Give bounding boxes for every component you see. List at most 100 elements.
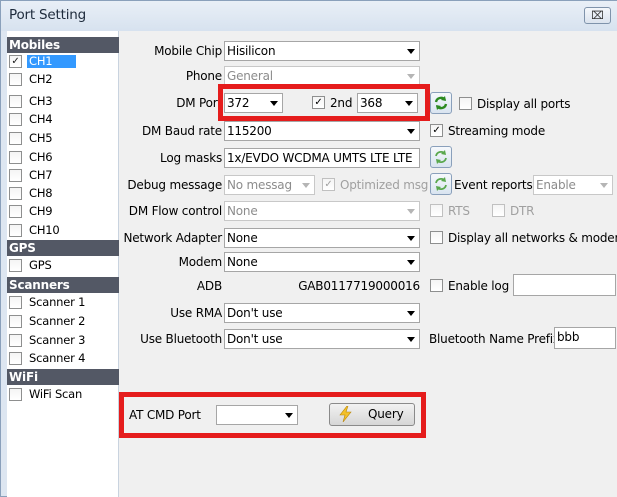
checkbox-box: ✓ [430,124,443,137]
dm-flow-control-value: None [227,204,258,218]
network-adapter-label: Network Adapter [123,231,222,245]
modem-select[interactable]: None [224,252,420,272]
ch3-checkbox[interactable] [9,95,22,108]
gps-checkbox[interactable] [9,259,22,272]
tree-item-scanner-2[interactable]: Scanner 2 [7,315,119,328]
debug-message-value: No messag [227,178,292,192]
optimized-msg-label: Optimized msg [340,178,429,192]
chevron-down-icon [402,304,419,322]
modem-value: None [227,255,258,269]
tree-item-scanner-4[interactable]: Scanner 4 [7,352,119,365]
ch6-checkbox[interactable] [9,151,22,164]
enable-log-label: Enable log [448,279,509,293]
ch2-checkbox[interactable] [9,73,22,86]
refresh-ports-button[interactable] [430,92,452,114]
checkbox-box [492,204,505,217]
modem-label: Modem [178,255,223,269]
network-adapter-select[interactable]: None [224,228,420,248]
event-reports-label: Event reports [454,178,533,192]
chevron-down-icon [595,176,612,194]
highlight-at-cmd-port [119,392,426,438]
tree-item-label: CH8 [29,186,53,200]
tree-item-ch7[interactable]: CH7 [7,169,119,182]
checkbox-box [459,97,472,110]
tree-item-ch8[interactable]: CH8 [7,187,119,200]
bluetooth-name-prefix-field[interactable]: bbb [554,327,616,349]
port-tree: Mobiles ✓ CH1 CH2 CH3 CH4 CH5 CH6 CH7 CH… [7,31,119,497]
tree-item-ch9[interactable]: CH9 [7,205,119,218]
chevron-down-icon [297,176,314,194]
ch8-checkbox[interactable] [9,187,22,200]
window-title: Port Setting [9,7,86,23]
refresh-icon [435,150,447,164]
tree-item-ch1[interactable]: ✓ CH1 [7,55,119,68]
checkbox-box [430,279,443,292]
scanner-1-checkbox[interactable] [9,296,22,309]
tree-item-label: CH1 [27,55,77,68]
chevron-down-icon [402,253,419,271]
scanner-3-checkbox[interactable] [9,334,22,347]
event-reports-select[interactable]: Enable [533,175,613,195]
edit-event-reports-button[interactable] [430,173,452,195]
use-bluetooth-value: Don't use [227,332,283,346]
tree-item-label: GPS [29,258,52,272]
tree-item-ch3[interactable]: CH3 [7,95,119,108]
use-rma-select[interactable]: Don't use [224,303,420,323]
adb-serial: GAB0117719000016 [298,279,420,293]
close-button[interactable]: ⌧ [584,7,611,24]
tree-item-ch5[interactable]: CH5 [7,132,119,145]
dm-baud-rate-select[interactable]: 115200 [224,121,420,141]
port-setting-window: Port Setting ⌧ Mobiles ✓ CH1 CH2 CH3 CH4… [0,0,617,497]
checkbox-box [430,204,443,217]
ch1-checkbox[interactable]: ✓ [9,55,22,68]
checkbox-box: ✓ [322,178,335,191]
use-bluetooth-select[interactable]: Don't use [224,329,420,349]
dtr-label: DTR [510,204,535,218]
mobile-chip-value: Hisilicon [227,44,276,58]
display-all-ports-label: Display all ports [477,97,571,111]
tree-item-ch4[interactable]: CH4 [7,113,119,126]
tree-item-scanner-3[interactable]: Scanner 3 [7,334,119,347]
ch10-checkbox[interactable] [9,224,22,237]
tree-item-ch2[interactable]: CH2 [7,73,119,86]
tree-item-label: CH4 [29,112,53,126]
network-adapter-value: None [227,231,258,245]
tree-item-label: CH5 [29,131,53,145]
mobile-chip-label: Mobile Chip [154,44,222,58]
tree-item-label: Scanner 4 [29,351,86,365]
event-reports-value: Enable [536,178,576,192]
scanner-2-checkbox[interactable] [9,315,22,328]
use-bluetooth-label: Use Bluetooth [140,332,222,346]
section-header-scanners: Scanners [7,277,119,293]
log-masks-field[interactable]: 1x/EVDO WCDMA UMTS LTE LTE [224,148,420,168]
bluetooth-name-prefix-label: Bluetooth Name Prefix [429,332,560,346]
ch5-checkbox[interactable] [9,132,22,145]
adb-label: ADB [196,279,222,293]
ch7-checkbox[interactable] [9,169,22,182]
display-all-networks-label: Display all networks & modems [448,231,617,245]
phone-label: Phone [185,69,222,83]
tree-item-label: CH7 [29,168,53,182]
debug-message-select[interactable]: No messag [224,175,315,195]
edit-log-masks-button[interactable] [430,146,452,168]
mobile-chip-select[interactable]: Hisilicon [224,41,420,61]
chevron-down-icon [402,67,419,85]
ch9-checkbox[interactable] [9,205,22,218]
scanner-4-checkbox[interactable] [9,352,22,365]
tree-item-gps[interactable]: GPS [7,259,119,272]
ch4-checkbox[interactable] [9,113,22,126]
phone-select[interactable]: General [224,66,420,86]
enable-log-field[interactable] [513,274,616,296]
tree-item-ch10[interactable]: CH10 [7,224,119,237]
tree-item-label: CH10 [29,223,60,237]
tree-item-wifi-scan[interactable]: WiFi Scan [7,388,119,401]
dm-flow-control-label: DM Flow control [128,204,222,218]
dm-flow-control-select[interactable]: None [224,201,420,221]
chevron-down-icon [402,229,419,247]
chevron-down-icon [402,330,419,348]
use-rma-value: Don't use [227,306,283,320]
section-header-mobiles: Mobiles [7,37,119,53]
tree-item-ch6[interactable]: CH6 [7,151,119,164]
wifi-scan-checkbox[interactable] [9,388,22,401]
tree-item-scanner-1[interactable]: Scanner 1 [7,296,119,309]
